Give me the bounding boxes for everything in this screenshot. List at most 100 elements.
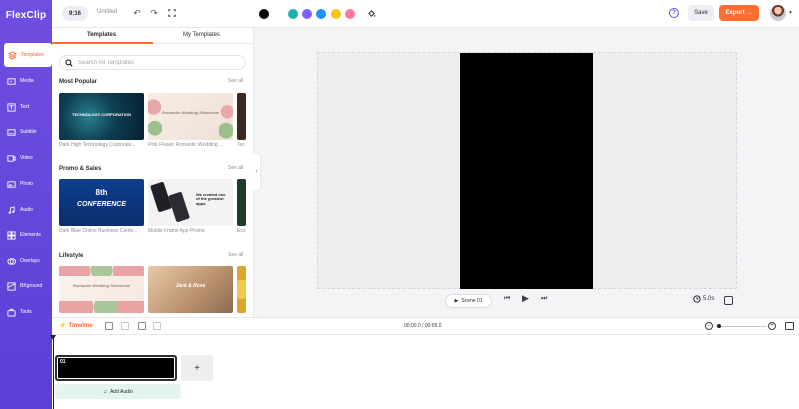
template-caption: Eco [237, 228, 246, 234]
see-all-link[interactable]: See all [228, 165, 243, 171]
template-thumbnail[interactable] [237, 266, 246, 313]
floral-decoration [148, 93, 162, 140]
section-title-most-popular: Most Popular [59, 79, 98, 85]
sidebar-item-label: Tools [20, 309, 32, 315]
sidebar-item-video[interactable]: Video [0, 146, 52, 170]
sidebar-item-label: Overlays [20, 258, 40, 264]
subtitle-icon [6, 127, 16, 137]
sidebar-item-subtitle[interactable]: Subtitle [0, 120, 52, 144]
project-title[interactable]: Untitled [97, 9, 117, 15]
sidebar-item-templates[interactable]: Templates [4, 43, 52, 67]
overlays-icon [6, 256, 16, 266]
template-thumbnail[interactable]: Romantic Wedding Slideshow [59, 266, 144, 313]
thumbnail-text: 8th [95, 188, 108, 197]
sidebar-item-media[interactable]: Media [0, 69, 52, 93]
photo-icon [6, 179, 16, 189]
timeline-label: Timeline [68, 322, 93, 329]
timeline-time: 00:00.0 / 00:05.0 [404, 323, 442, 329]
zoom-slider-handle[interactable] [717, 324, 721, 328]
fit-timeline-icon[interactable] [785, 322, 794, 330]
left-rail: FlexClip Templates Media Text Subtitle V… [0, 0, 52, 409]
chevron-down-icon[interactable]: ▼ [788, 10, 793, 16]
template-thumbnail[interactable] [237, 93, 246, 140]
tab-templates[interactable]: Templates [87, 32, 116, 38]
color-swatch-yellow[interactable] [331, 9, 341, 19]
add-scene-button[interactable]: + [181, 355, 213, 381]
scene-duration[interactable]: 5.0s [693, 295, 714, 303]
aspect-ratio-button[interactable]: 9:16 [62, 6, 89, 21]
sidebar-item-label: Elements [20, 232, 41, 238]
zoom-slider[interactable] [717, 326, 767, 327]
templates-panel: Templates My Templates Most Popular See … [52, 28, 254, 317]
color-swatch-blue[interactable] [316, 9, 326, 19]
play-icon[interactable]: ▶ [522, 293, 529, 304]
template-thumbnail[interactable]: Jack & Rose [148, 266, 233, 313]
fullscreen-icon[interactable] [166, 7, 178, 19]
sidebar-item-label: Audio [20, 207, 33, 213]
scene-clip[interactable]: 01 [55, 355, 177, 381]
thumbnail-text: Jack & Rose [175, 283, 206, 289]
template-caption: Dark Blue Online Business Confe... [59, 228, 138, 234]
video-canvas[interactable] [460, 53, 593, 289]
music-note-icon: ♫ [103, 388, 107, 395]
panel-tabs: Templates My Templates [52, 28, 254, 44]
split-icon[interactable] [121, 322, 129, 330]
color-swatch-teal[interactable] [288, 9, 298, 19]
duplicate-icon[interactable] [138, 322, 146, 330]
see-all-link[interactable]: See all [228, 252, 243, 258]
sidebar-item-overlays[interactable]: Overlays [0, 249, 52, 273]
delete-icon[interactable] [153, 322, 161, 330]
color-swatch-pink[interactable] [345, 9, 355, 19]
playhead-handle[interactable] [50, 335, 56, 340]
previous-scene-icon[interactable]: ⏮ [504, 295, 510, 303]
sidebar-item-photo[interactable]: Photo [0, 172, 52, 196]
thumbnail-text: Romantic Wedding Slideshow [161, 110, 220, 115]
active-tab-indicator [52, 42, 153, 44]
add-clip-icon[interactable] [105, 322, 113, 330]
template-thumbnail[interactable]: We created one of the greatest apps. [148, 179, 233, 226]
logo[interactable]: FlexClip [0, 0, 52, 30]
elements-icon [6, 230, 16, 240]
floral-decoration [59, 301, 144, 313]
section-title-promo-sales: Promo & Sales [59, 166, 102, 172]
save-button[interactable]: Save [688, 5, 714, 21]
templates-icon [7, 50, 17, 60]
sidebar-item-elements[interactable]: Elements [0, 223, 52, 247]
sidebar-item-label: Templates [21, 52, 44, 58]
search-input[interactable] [78, 59, 238, 66]
color-swatch-purple[interactable] [302, 9, 312, 19]
see-all-link[interactable]: See all [228, 78, 243, 84]
fullscreen-preview-icon[interactable] [724, 296, 733, 305]
collapse-panel-button[interactable]: ‹ [253, 153, 261, 191]
template-thumbnail[interactable]: 8th CONFERENCE [59, 179, 144, 226]
redo-icon[interactable]: ↷ [148, 7, 160, 19]
tab-my-templates[interactable]: My Templates [183, 32, 220, 38]
playhead[interactable] [53, 335, 54, 409]
audio-icon [6, 205, 16, 215]
clock-icon [693, 295, 701, 303]
sidebar-item-audio[interactable]: Audio [0, 198, 52, 222]
add-audio-button[interactable]: ♫ Add Audio [55, 384, 181, 399]
video-icon [6, 153, 16, 163]
undo-icon[interactable]: ↶ [131, 7, 143, 19]
top-bar: 9:16 Untitled ↶ ↷ ? Save Export → ▼ [52, 0, 799, 28]
template-thumbnail[interactable] [237, 179, 246, 226]
sidebar-item-background[interactable]: BKground [0, 274, 52, 298]
color-swatch-black[interactable] [259, 9, 269, 19]
next-scene-icon[interactable]: ⏭ [541, 295, 547, 303]
template-thumbnail[interactable]: Romantic Wedding Slideshow [148, 93, 233, 140]
export-button[interactable]: Export → [719, 5, 759, 21]
timeline-toggle[interactable]: ⚡ Timeline [59, 322, 93, 330]
template-thumbnail[interactable]: TECHNOLOGY CORPORATION [59, 93, 144, 140]
sidebar-item-label: Video [20, 155, 33, 161]
sidebar-item-text[interactable]: Text [0, 95, 52, 119]
zoom-out-icon[interactable]: − [705, 322, 713, 330]
export-button-label: Export [725, 10, 745, 16]
avatar[interactable] [770, 5, 786, 21]
scene-selector[interactable]: ▶ Scene 01 [445, 294, 492, 308]
zoom-in-icon[interactable]: + [768, 322, 776, 330]
sidebar-item-label: Text [20, 104, 30, 110]
help-icon[interactable]: ? [669, 8, 679, 18]
paint-bucket-icon[interactable] [365, 7, 377, 19]
sidebar-item-tools[interactable]: Tools [0, 300, 52, 324]
